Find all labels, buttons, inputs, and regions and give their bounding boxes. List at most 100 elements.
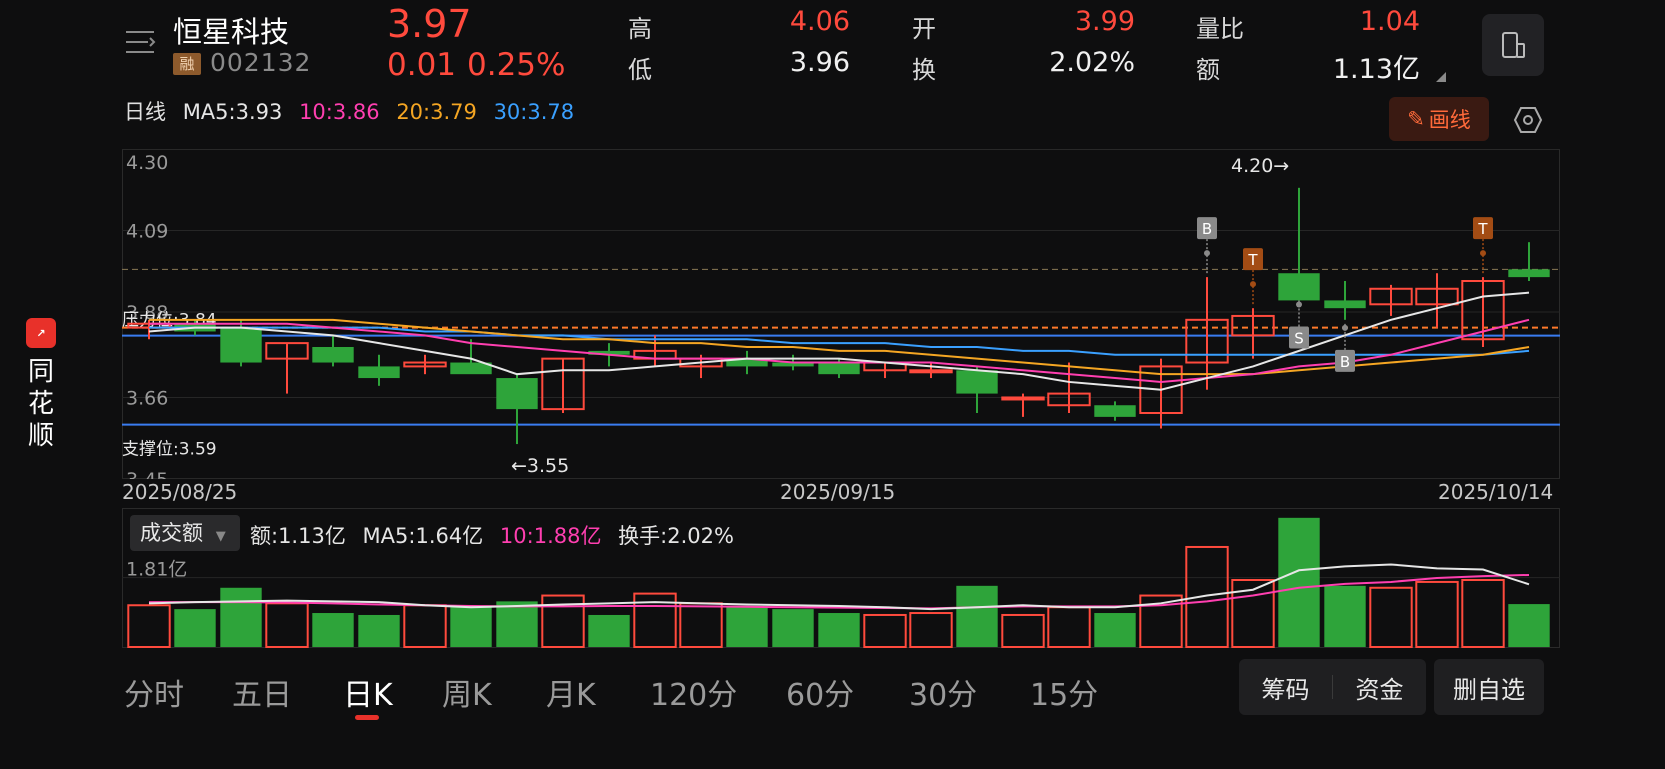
trade-marker-label: S (1294, 330, 1304, 348)
candle-body (1094, 405, 1136, 417)
volume-bar (358, 614, 400, 647)
tonghuashun-logo-icon: ↗ (26, 318, 56, 348)
volume-bar (127, 604, 171, 648)
volume-bar (220, 587, 262, 647)
volume-bar (588, 614, 630, 647)
turnover-value: 2.02% (1049, 47, 1135, 78)
stock-name[interactable]: 恒星科技 (173, 9, 289, 51)
volume-turnover: 换手:2.02% (618, 524, 734, 548)
device-switch-button[interactable] (1482, 14, 1544, 76)
margin-badge: 融 (173, 53, 201, 75)
high-label: 高 (628, 15, 652, 43)
open-value: 3.99 (1074, 6, 1135, 37)
high-value: 4.06 (789, 6, 850, 37)
max-price-annotation: 4.20→ (1231, 155, 1289, 177)
volume-bar (312, 613, 354, 647)
volume-bar (1047, 606, 1091, 648)
turnover-label: 换 (912, 56, 936, 84)
marker-dot (1250, 281, 1256, 288)
tab-five-day[interactable]: 五日 (232, 670, 292, 714)
volume-bar (265, 602, 309, 648)
candlestick-chart[interactable]: 4.304.093.883.663.45压力位:3.84支撑位:3.594.20… (122, 149, 1560, 479)
volume-bar (863, 613, 907, 648)
volume-bar (909, 612, 953, 648)
remove-watchlist-button[interactable]: 删自选 (1434, 659, 1544, 715)
active-tab-indicator (355, 715, 379, 720)
volume-bar (1278, 517, 1320, 647)
brand-logo: ↗ 同 花 顺 (26, 318, 60, 452)
volume-bar (1001, 613, 1045, 648)
y-tick-label: 3.66 (126, 387, 168, 409)
date-start: 2025/08/25 (122, 480, 238, 504)
volume-bar (1415, 580, 1459, 648)
volume-legend: 额:1.13亿 MA5:1.64亿 10:1.88亿 换手:2.02% (250, 520, 744, 550)
volume-bar (1508, 604, 1550, 647)
ma10-value: 10:3.86 (299, 100, 380, 124)
volume-bar (174, 609, 216, 647)
period-label[interactable]: 日线 (124, 100, 166, 124)
tab-15min[interactable]: 15分 (1030, 670, 1098, 714)
low-value: 3.96 (789, 47, 850, 78)
stock-code: 002132 (210, 48, 312, 77)
marker-dot (1342, 324, 1348, 331)
pencil-icon: ✎ (1407, 107, 1425, 131)
candle-body (1278, 273, 1320, 301)
marker-dot (1296, 301, 1302, 308)
support-label: 支撑位:3.59 (122, 440, 217, 460)
y-tick-label: 3.45 (126, 469, 168, 479)
volume-indicator-dropdown[interactable]: 成交额 ▼ (130, 515, 240, 551)
volume-bar (403, 604, 447, 648)
volume-y-label: 1.81亿 (126, 559, 187, 581)
trade-marker-label: T (1247, 251, 1258, 269)
ma30-value: 30:3.78 (493, 100, 575, 124)
chips-button[interactable]: 筹码 (1239, 670, 1332, 705)
funds-button[interactable]: 资金 (1333, 670, 1426, 705)
trade-marker-label: B (1340, 353, 1350, 371)
tab-60min[interactable]: 60分 (786, 670, 854, 714)
candle-body (1508, 269, 1550, 278)
volume-bar (1324, 585, 1366, 647)
draw-line-button[interactable]: ✎ 画线 (1389, 97, 1489, 141)
chart-frame (122, 149, 1560, 479)
price-change-pct: 0.25% (467, 47, 566, 83)
date-end: 2025/10/14 (1438, 480, 1554, 504)
candle-body (818, 362, 860, 375)
device-switch-icon (1502, 32, 1525, 58)
volume-amount: 额:1.13亿 (250, 524, 346, 548)
volume-ratio-value: 1.04 (1359, 6, 1420, 37)
volume-ma10-line (149, 573, 1530, 610)
volume-bar (772, 609, 814, 647)
volume-ratio-label: 量比 (1196, 15, 1244, 43)
settings-icon[interactable] (1513, 105, 1543, 135)
tab-intraday[interactable]: 分时 (124, 670, 184, 714)
volume-bar (1094, 613, 1136, 647)
current-price: 3.97 (387, 2, 472, 46)
date-mid: 2025/09/15 (780, 480, 896, 504)
volume-ma5: MA5:1.64亿 (362, 524, 484, 548)
ma-legend: 日线 MA5:3.93 10:3.86 20:3.79 30:3.78 (124, 96, 584, 126)
volume-bar (956, 585, 998, 647)
tab-monthly-k[interactable]: 月K (546, 670, 596, 714)
volume-bar (818, 613, 860, 647)
volume-bar (1369, 586, 1413, 648)
marker-dot (1204, 250, 1210, 257)
tab-30min[interactable]: 30分 (909, 670, 977, 714)
candle-body (220, 327, 262, 363)
open-label: 开 (912, 15, 936, 43)
volume-bar (450, 607, 492, 647)
tab-daily-k[interactable]: 日K (343, 670, 393, 714)
dropdown-caret-icon: ▼ (215, 529, 226, 544)
expand-corner-icon[interactable] (1436, 72, 1446, 82)
candle-body (956, 370, 998, 394)
amount-value: 1.13亿 (1332, 54, 1420, 85)
trade-marker-label: T (1477, 220, 1488, 238)
candle-body (312, 347, 354, 363)
marker-dot (1480, 250, 1486, 257)
tab-120min[interactable]: 120分 (650, 670, 737, 714)
ma5-value: MA5:3.93 (182, 100, 283, 124)
menu-icon[interactable] (124, 26, 156, 58)
y-tick-label: 4.09 (126, 221, 168, 243)
y-tick-label: 4.30 (126, 152, 168, 174)
volume-ma10: 10:1.88亿 (499, 524, 602, 548)
tab-weekly-k[interactable]: 周K (442, 670, 492, 714)
